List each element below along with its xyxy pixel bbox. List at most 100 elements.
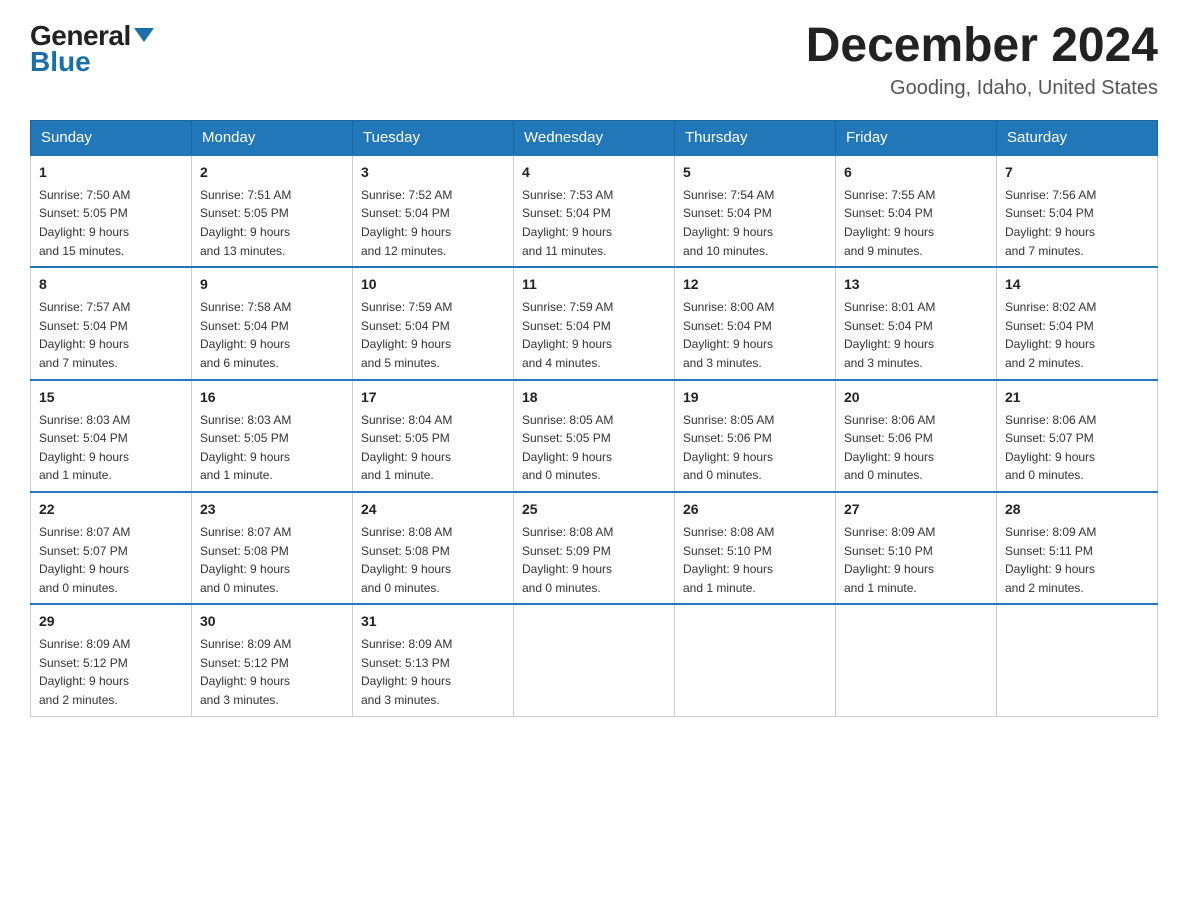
calendar-cell: 27 Sunrise: 8:09 AMSunset: 5:10 PMDayligh… [836, 492, 997, 604]
page-header: General Blue December 2024 Gooding, Idah… [30, 20, 1158, 100]
calendar-cell: 31Sunrise: 8:09 AMSunset: 5:13 PMDayligh… [353, 604, 514, 716]
week-row-3: 15Sunrise: 8:03 AMSunset: 5:04 PMDayligh… [31, 380, 1158, 492]
calendar-cell: 16 Sunrise: 8:03 AMSunset: 5:05 PMDayligh… [192, 380, 353, 492]
calendar-cell: 25 Sunrise: 8:08 AMSunset: 5:09 PMDayligh… [514, 492, 675, 604]
location-subtitle: Gooding, Idaho, United States [806, 77, 1158, 100]
header-friday: Friday [836, 120, 997, 155]
day-info: Sunrise: 7:54 AMSunset: 5:04 PMDaylight:… [683, 186, 827, 260]
calendar-cell: 22 Sunrise: 8:07 AMSunset: 5:07 PMDayligh… [31, 492, 192, 604]
day-info: Sunrise: 8:03 AMSunset: 5:05 PMDaylight:… [200, 411, 344, 485]
day-info: Sunrise: 8:06 AMSunset: 5:06 PMDaylight:… [844, 411, 988, 485]
calendar-cell: 9 Sunrise: 7:58 AMSunset: 5:04 PMDaylight… [192, 267, 353, 379]
day-number: 19 [683, 387, 827, 408]
day-number: 22 [39, 499, 183, 520]
day-info: Sunrise: 8:02 AMSunset: 5:04 PMDaylight:… [1005, 298, 1149, 372]
calendar-cell: 3 Sunrise: 7:52 AMSunset: 5:04 PMDaylight… [353, 155, 514, 267]
day-info: Sunrise: 7:58 AMSunset: 5:04 PMDaylight:… [200, 298, 344, 372]
calendar-cell: 8 Sunrise: 7:57 AMSunset: 5:04 PMDaylight… [31, 267, 192, 379]
logo-arrow-icon [134, 28, 154, 42]
calendar-cell: 17Sunrise: 8:04 AMSunset: 5:05 PMDayligh… [353, 380, 514, 492]
calendar-cell: 29 Sunrise: 8:09 AMSunset: 5:12 PMDayligh… [31, 604, 192, 716]
day-number: 3 [361, 162, 505, 183]
calendar-cell: 14Sunrise: 8:02 AMSunset: 5:04 PMDayligh… [997, 267, 1158, 379]
day-info: Sunrise: 8:08 AMSunset: 5:10 PMDaylight:… [683, 523, 827, 597]
day-number: 2 [200, 162, 344, 183]
logo: General Blue [30, 20, 154, 78]
day-header-row: Sunday Monday Tuesday Wednesday Thursday… [31, 120, 1158, 155]
calendar-cell: 12 Sunrise: 8:00 AMSunset: 5:04 PMDayligh… [675, 267, 836, 379]
header-monday: Monday [192, 120, 353, 155]
day-info: Sunrise: 8:09 AMSunset: 5:11 PMDaylight:… [1005, 523, 1149, 597]
calendar-cell: 18Sunrise: 8:05 AMSunset: 5:05 PMDayligh… [514, 380, 675, 492]
day-number: 9 [200, 274, 344, 295]
day-number: 6 [844, 162, 988, 183]
day-info: Sunrise: 8:04 AMSunset: 5:05 PMDaylight:… [361, 411, 505, 485]
day-number: 31 [361, 611, 505, 632]
day-number: 4 [522, 162, 666, 183]
day-number: 16 [200, 387, 344, 408]
day-number: 13 [844, 274, 988, 295]
calendar-cell: 30 Sunrise: 8:09 AMSunset: 5:12 PMDayligh… [192, 604, 353, 716]
day-number: 5 [683, 162, 827, 183]
week-row-1: 1 Sunrise: 7:50 AMSunset: 5:05 PMDaylight… [31, 155, 1158, 267]
day-number: 29 [39, 611, 183, 632]
header-thursday: Thursday [675, 120, 836, 155]
calendar-cell: 19Sunrise: 8:05 AMSunset: 5:06 PMDayligh… [675, 380, 836, 492]
day-number: 21 [1005, 387, 1149, 408]
day-info: Sunrise: 8:09 AMSunset: 5:10 PMDaylight:… [844, 523, 988, 597]
calendar-cell: 6Sunrise: 7:55 AMSunset: 5:04 PMDaylight… [836, 155, 997, 267]
day-info: Sunrise: 8:09 AMSunset: 5:12 PMDaylight:… [200, 635, 344, 709]
day-number: 23 [200, 499, 344, 520]
header-tuesday: Tuesday [353, 120, 514, 155]
calendar-cell: 24Sunrise: 8:08 AMSunset: 5:08 PMDayligh… [353, 492, 514, 604]
calendar-cell: 23 Sunrise: 8:07 AMSunset: 5:08 PMDayligh… [192, 492, 353, 604]
day-number: 11 [522, 274, 666, 295]
calendar-cell: 21Sunrise: 8:06 AMSunset: 5:07 PMDayligh… [997, 380, 1158, 492]
calendar-cell: 7 Sunrise: 7:56 AMSunset: 5:04 PMDaylight… [997, 155, 1158, 267]
day-info: Sunrise: 7:51 AMSunset: 5:05 PMDaylight:… [200, 186, 344, 260]
calendar-cell [836, 604, 997, 716]
header-sunday: Sunday [31, 120, 192, 155]
day-info: Sunrise: 7:56 AMSunset: 5:04 PMDaylight:… [1005, 186, 1149, 260]
day-number: 27 [844, 499, 988, 520]
week-row-2: 8 Sunrise: 7:57 AMSunset: 5:04 PMDaylight… [31, 267, 1158, 379]
day-info: Sunrise: 7:53 AMSunset: 5:04 PMDaylight:… [522, 186, 666, 260]
day-number: 25 [522, 499, 666, 520]
day-number: 12 [683, 274, 827, 295]
day-info: Sunrise: 8:07 AMSunset: 5:08 PMDaylight:… [200, 523, 344, 597]
day-number: 8 [39, 274, 183, 295]
day-number: 1 [39, 162, 183, 183]
day-number: 30 [200, 611, 344, 632]
day-info: Sunrise: 8:01 AMSunset: 5:04 PMDaylight:… [844, 298, 988, 372]
week-row-5: 29 Sunrise: 8:09 AMSunset: 5:12 PMDayligh… [31, 604, 1158, 716]
calendar-cell [675, 604, 836, 716]
calendar-cell: 1 Sunrise: 7:50 AMSunset: 5:05 PMDaylight… [31, 155, 192, 267]
day-info: Sunrise: 7:50 AMSunset: 5:05 PMDaylight:… [39, 186, 183, 260]
day-number: 15 [39, 387, 183, 408]
day-info: Sunrise: 7:57 AMSunset: 5:04 PMDaylight:… [39, 298, 183, 372]
title-section: December 2024 Gooding, Idaho, United Sta… [806, 20, 1158, 100]
calendar-cell: 4 Sunrise: 7:53 AMSunset: 5:04 PMDaylight… [514, 155, 675, 267]
day-info: Sunrise: 8:09 AMSunset: 5:12 PMDaylight:… [39, 635, 183, 709]
calendar-cell: 28Sunrise: 8:09 AMSunset: 5:11 PMDayligh… [997, 492, 1158, 604]
calendar-cell [997, 604, 1158, 716]
day-info: Sunrise: 7:59 AMSunset: 5:04 PMDaylight:… [361, 298, 505, 372]
logo-blue-text: Blue [30, 46, 91, 78]
calendar-cell: 20 Sunrise: 8:06 AMSunset: 5:06 PMDayligh… [836, 380, 997, 492]
day-info: Sunrise: 8:05 AMSunset: 5:05 PMDaylight:… [522, 411, 666, 485]
header-saturday: Saturday [997, 120, 1158, 155]
day-number: 20 [844, 387, 988, 408]
day-number: 10 [361, 274, 505, 295]
calendar-cell: 26Sunrise: 8:08 AMSunset: 5:10 PMDayligh… [675, 492, 836, 604]
day-info: Sunrise: 8:00 AMSunset: 5:04 PMDaylight:… [683, 298, 827, 372]
week-row-4: 22 Sunrise: 8:07 AMSunset: 5:07 PMDayligh… [31, 492, 1158, 604]
day-number: 7 [1005, 162, 1149, 183]
day-info: Sunrise: 7:52 AMSunset: 5:04 PMDaylight:… [361, 186, 505, 260]
day-info: Sunrise: 8:08 AMSunset: 5:09 PMDaylight:… [522, 523, 666, 597]
header-wednesday: Wednesday [514, 120, 675, 155]
calendar-cell: 13 Sunrise: 8:01 AMSunset: 5:04 PMDayligh… [836, 267, 997, 379]
day-info: Sunrise: 7:59 AMSunset: 5:04 PMDaylight:… [522, 298, 666, 372]
calendar-cell: 15Sunrise: 8:03 AMSunset: 5:04 PMDayligh… [31, 380, 192, 492]
calendar-cell: 5 Sunrise: 7:54 AMSunset: 5:04 PMDaylight… [675, 155, 836, 267]
day-info: Sunrise: 8:07 AMSunset: 5:07 PMDaylight:… [39, 523, 183, 597]
